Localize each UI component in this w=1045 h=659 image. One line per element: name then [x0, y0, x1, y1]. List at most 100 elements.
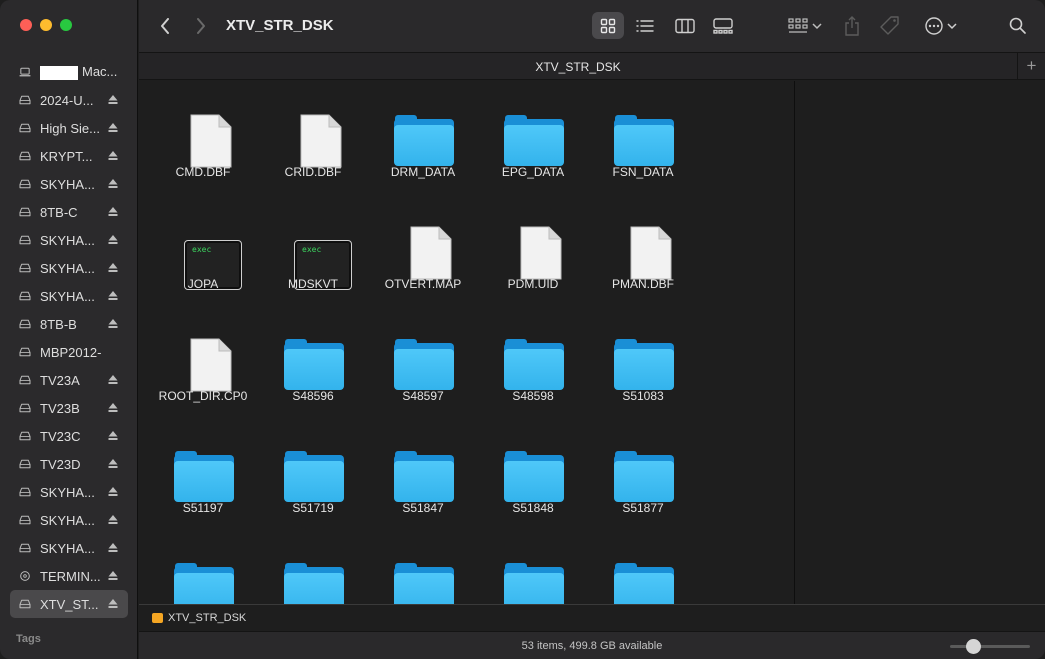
file-item[interactable]: PMAN.DBF	[588, 193, 698, 305]
folder-item[interactable]: EPG_DATA	[478, 81, 588, 193]
file-item[interactable]: ROOT_DIR.CP0	[148, 305, 258, 417]
folder-item[interactable]: S48597	[368, 305, 478, 417]
sidebar-item[interactable]: High Sie...	[0, 114, 138, 142]
sidebar-item[interactable]: TV23B	[0, 394, 138, 422]
eject-icon[interactable]	[108, 94, 118, 105]
sidebar-item[interactable]: SKYHA...	[0, 478, 138, 506]
folder-item[interactable]: S48598	[478, 305, 588, 417]
sidebar-item[interactable]: 8TB-C	[0, 198, 138, 226]
folder-item[interactable]: FSN_DATA	[588, 81, 698, 193]
window-title: XTV_STR_DSK	[226, 17, 334, 34]
eject-icon[interactable]	[108, 570, 118, 581]
eject-icon[interactable]	[108, 234, 118, 245]
eject-icon[interactable]	[108, 178, 118, 189]
group-by-button[interactable]	[783, 12, 827, 39]
file-item[interactable]: OTVERT.MAP	[368, 193, 478, 305]
chevron-down-icon	[947, 22, 957, 29]
document-icon	[190, 114, 232, 168]
sidebar-item[interactable]: TERMIN...	[0, 562, 138, 590]
sidebar-item[interactable]: 2024-U...	[0, 86, 138, 114]
close-window-button[interactable]	[20, 19, 32, 31]
drive-icon	[19, 151, 31, 161]
sidebar-item[interactable]: TV23D	[0, 450, 138, 478]
sidebar-item[interactable]: SKYHA...	[0, 282, 138, 310]
list-view-button[interactable]	[629, 12, 661, 39]
icon-size-slider[interactable]	[950, 639, 1030, 654]
preview-pane	[794, 81, 1045, 604]
sidebar-item-text: 8TB-B	[40, 316, 77, 332]
eject-icon[interactable]	[108, 122, 118, 133]
drive-icon	[19, 431, 31, 441]
eject-icon[interactable]	[108, 486, 118, 497]
icon-view-button[interactable]	[592, 12, 624, 39]
drive-icon	[19, 263, 31, 273]
folder-item[interactable]	[588, 529, 698, 604]
eject-icon[interactable]	[108, 430, 118, 441]
sidebar-item[interactable]: MBP2012-i5	[0, 338, 138, 366]
file-item[interactable]: PDM.UID	[478, 193, 588, 305]
status-bar: 53 items, 499.8 GB available	[139, 631, 1045, 659]
sidebar-item[interactable]: SKYHA...	[0, 170, 138, 198]
folder-item[interactable]: DRM_DATA	[368, 81, 478, 193]
column-view-button[interactable]	[669, 12, 701, 39]
sidebar-item[interactable]: SKYHA...	[0, 254, 138, 282]
document-icon	[410, 226, 452, 280]
forward-button[interactable]	[189, 14, 213, 38]
actions-button[interactable]	[919, 12, 963, 39]
path-item-xtv-str-dsk[interactable]: XTV_STR_DSK	[168, 612, 246, 624]
item-icon-area	[368, 320, 478, 390]
eject-icon[interactable]	[108, 318, 118, 329]
folder-item[interactable]: S51877	[588, 417, 698, 529]
eject-icon[interactable]	[108, 206, 118, 217]
back-button[interactable]	[153, 14, 177, 38]
file-item[interactable]: exec JOPA	[148, 193, 258, 305]
folder-item[interactable]: S51848	[478, 417, 588, 529]
sidebar-item[interactable]: SKYHA...	[0, 226, 138, 254]
zoom-window-button[interactable]	[60, 19, 72, 31]
sidebar-item-text: KRYPT...	[40, 148, 93, 164]
folder-item[interactable]	[258, 529, 368, 604]
eject-icon[interactable]	[108, 402, 118, 413]
sidebar-item[interactable]: SKYHA...	[0, 506, 138, 534]
sidebar-item[interactable]: KRYPT...	[0, 142, 138, 170]
file-item[interactable]: exec MDSKVT	[258, 193, 368, 305]
item-icon-area: exec	[258, 208, 368, 290]
folder-item[interactable]	[368, 529, 478, 604]
gallery-view-button[interactable]	[707, 12, 739, 39]
share-button[interactable]	[839, 12, 865, 39]
document-icon	[520, 226, 562, 280]
sidebar-item[interactable]: XTV_ST...	[10, 590, 128, 618]
file-item[interactable]: CRID.DBF	[258, 81, 368, 193]
folder-item[interactable]	[148, 529, 258, 604]
eject-icon[interactable]	[108, 542, 118, 553]
eject-icon[interactable]	[108, 458, 118, 469]
eject-icon[interactable]	[108, 598, 118, 609]
eject-icon[interactable]	[108, 514, 118, 525]
folder-item[interactable]: S51847	[368, 417, 478, 529]
sidebar-item-text: 2024-U...	[40, 92, 94, 108]
eject-icon[interactable]	[108, 262, 118, 273]
sidebar-item[interactable]: 8TB-B	[0, 310, 138, 338]
folder-item[interactable]: S51197	[148, 417, 258, 529]
folder-item[interactable]: S51719	[258, 417, 368, 529]
sidebar-item[interactable]: TV23C	[0, 422, 138, 450]
folder-item[interactable]	[478, 529, 588, 604]
file-item[interactable]: CMD.DBF	[148, 81, 258, 193]
item-icon-area	[588, 544, 698, 604]
sidebar-item[interactable]: Mac...	[0, 58, 138, 86]
file-grid[interactable]: CMD.DBF CRID.DBF DRM_DATA EPG_DATA FSN_DATAe…	[139, 81, 794, 604]
new-tab-button[interactable]: +	[1017, 53, 1045, 80]
eject-icon[interactable]	[108, 374, 118, 385]
search-button[interactable]	[1003, 12, 1031, 39]
eject-icon[interactable]	[108, 150, 118, 161]
sidebar-item-text: TV23B	[40, 400, 80, 416]
folder-item[interactable]: S48596	[258, 305, 368, 417]
minimize-window-button[interactable]	[40, 19, 52, 31]
folder-item[interactable]: S51083	[588, 305, 698, 417]
sidebar-item[interactable]: TV23A	[0, 366, 138, 394]
sidebar-item-label: SKYHA...	[40, 233, 102, 248]
tag-button[interactable]	[877, 12, 903, 39]
eject-icon[interactable]	[108, 290, 118, 301]
tab-xtv-str-dsk[interactable]: XTV_STR_DSK	[139, 60, 1017, 74]
sidebar-item[interactable]: SKYHA...	[0, 534, 138, 562]
